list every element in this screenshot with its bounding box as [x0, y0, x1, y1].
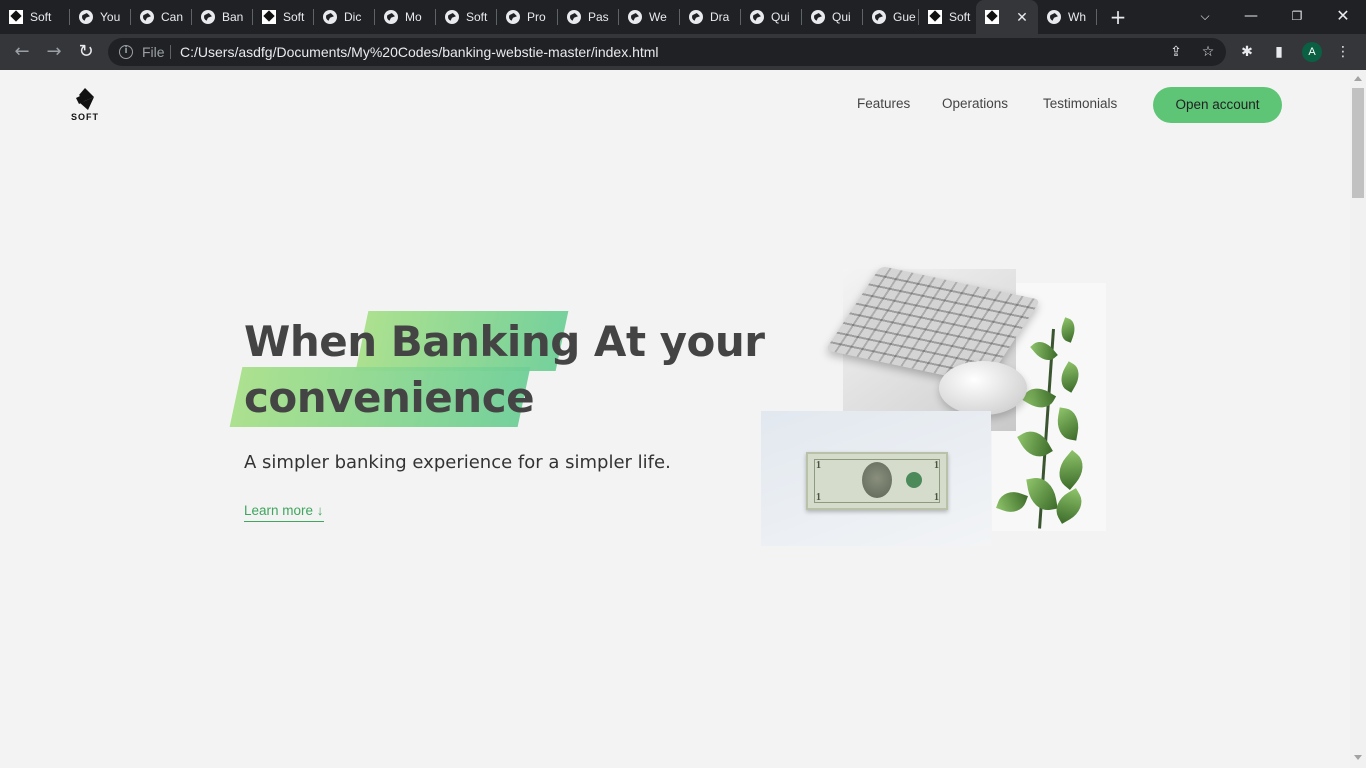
tab-title: Soft: [283, 10, 305, 24]
browser-tab[interactable]: Qui: [802, 0, 862, 34]
tab-title: You: [100, 10, 121, 24]
browser-toolbar: ← → ↻ i File C:/Users/asdfg/Documents/My…: [0, 34, 1366, 70]
globe-icon: [139, 9, 155, 25]
scroll-down-icon[interactable]: [1354, 755, 1362, 760]
tab-title: Mo: [405, 10, 422, 24]
nav-link-testimonials[interactable]: Testimonials: [1043, 96, 1117, 111]
profile-avatar[interactable]: A: [1302, 42, 1322, 62]
browser-tab[interactable]: Soft: [919, 0, 975, 34]
tab-title: Wh: [1068, 10, 1086, 24]
url-text[interactable]: C:/Users/asdfg/Documents/My%20Codes/bank…: [180, 44, 659, 60]
globe-icon: [383, 9, 399, 25]
globe-icon: [871, 9, 887, 25]
share-icon[interactable]: ⇪: [1168, 44, 1184, 60]
logo-mark-icon: [76, 88, 94, 110]
scrollbar-thumb[interactable]: [1352, 88, 1364, 198]
browser-tab[interactable]: Ban: [192, 0, 252, 34]
browser-tab[interactable]: We: [619, 0, 679, 34]
globe-icon: [444, 9, 460, 25]
soft-icon: [984, 9, 1000, 25]
browser-tab[interactable]: Dra: [680, 0, 740, 34]
info-icon[interactable]: i: [119, 45, 133, 59]
globe-icon: [322, 9, 338, 25]
close-tab-icon[interactable]: ✕: [1014, 9, 1030, 25]
tab-title: Dic: [344, 10, 362, 24]
tab-title: Soft: [466, 10, 488, 24]
browser-tab[interactable]: Soft: [253, 0, 313, 34]
globe-icon: [566, 9, 582, 25]
page-scrollbar[interactable]: [1350, 70, 1366, 768]
hero-subtitle: A simpler banking experience for a simpl…: [244, 452, 671, 473]
browser-tab[interactable]: Mo: [375, 0, 435, 34]
browser-tab[interactable]: You: [70, 0, 130, 34]
tab-title: Gue: [893, 10, 916, 24]
bookmark-star-icon[interactable]: ☆: [1200, 44, 1216, 60]
nav-link-operations[interactable]: Operations: [942, 96, 1008, 111]
minimize-icon[interactable]: —: [1228, 0, 1274, 34]
globe-icon: [749, 9, 765, 25]
globe-icon: [505, 9, 521, 25]
globe-icon: [627, 9, 643, 25]
globe-icon: [200, 9, 216, 25]
scroll-up-icon[interactable]: [1354, 76, 1362, 81]
learn-more-link[interactable]: Learn more ↓: [244, 503, 324, 522]
browser-tab[interactable]: Wh: [1038, 0, 1096, 34]
browser-tab[interactable]: Pro: [497, 0, 557, 34]
browser-tab[interactable]: Qui: [741, 0, 801, 34]
tab-title: Dra: [710, 10, 730, 24]
tab-title: Soft: [30, 10, 52, 24]
browser-tab-active[interactable]: ✕: [976, 0, 1038, 34]
browser-tab[interactable]: Pas: [558, 0, 618, 34]
globe-icon: [78, 9, 94, 25]
url-scheme-label: File: [142, 44, 165, 60]
logo-text: SOFT: [71, 112, 99, 122]
tab-title: Qui: [832, 10, 851, 24]
tab-title: Ban: [222, 10, 244, 24]
browser-tab[interactable]: Gue: [863, 0, 923, 34]
soft-icon: [261, 9, 277, 25]
tab-title: Can: [161, 10, 184, 24]
soft-icon: [927, 9, 943, 25]
hero-title-highlight-convenience: convenience: [244, 373, 535, 422]
forward-icon[interactable]: →: [42, 40, 66, 64]
globe-icon: [688, 9, 704, 25]
side-panel-icon[interactable]: ▮: [1270, 43, 1288, 61]
back-icon[interactable]: ←: [10, 40, 34, 64]
browser-tab[interactable]: Soft: [0, 0, 68, 34]
globe-icon: [1046, 9, 1062, 25]
hero-image: 1 1 1 1: [761, 265, 1106, 546]
tab-strip: Soft You Can Ban Soft Dic Mo Soft Pro Pa…: [0, 0, 1366, 34]
site-logo[interactable]: SOFT: [68, 88, 102, 122]
open-account-button[interactable]: Open account: [1153, 87, 1282, 123]
reload-icon[interactable]: ↻: [74, 40, 98, 64]
page-viewport: SOFT Features Operations Testimonials Op…: [0, 70, 1350, 768]
browser-tab[interactable]: Soft: [436, 0, 496, 34]
close-window-icon[interactable]: ✕: [1320, 0, 1366, 34]
browser-tab[interactable]: Can: [131, 0, 191, 34]
hero-title: When Banking At your convenience: [244, 314, 765, 426]
nav-link-features[interactable]: Features: [857, 96, 910, 111]
extensions-icon[interactable]: ✱: [1238, 43, 1256, 61]
menu-icon[interactable]: ⋮: [1334, 43, 1352, 61]
tab-title: Soft: [949, 10, 971, 24]
soft-icon: [8, 9, 24, 25]
globe-icon: [810, 9, 826, 25]
browser-tab[interactable]: Dic: [314, 0, 374, 34]
tab-title: Pas: [588, 10, 609, 24]
tab-title: Qui: [771, 10, 790, 24]
tab-title: Pro: [527, 10, 546, 24]
address-bar[interactable]: i File C:/Users/asdfg/Documents/My%20Cod…: [108, 38, 1226, 66]
tab-search-icon[interactable]: ⌵: [1182, 0, 1228, 34]
tab-title: We: [649, 10, 667, 24]
new-tab-icon[interactable]: +: [1108, 7, 1128, 27]
restore-icon[interactable]: ❐: [1274, 0, 1320, 34]
hero-title-highlight-banking: Banking: [390, 317, 581, 366]
